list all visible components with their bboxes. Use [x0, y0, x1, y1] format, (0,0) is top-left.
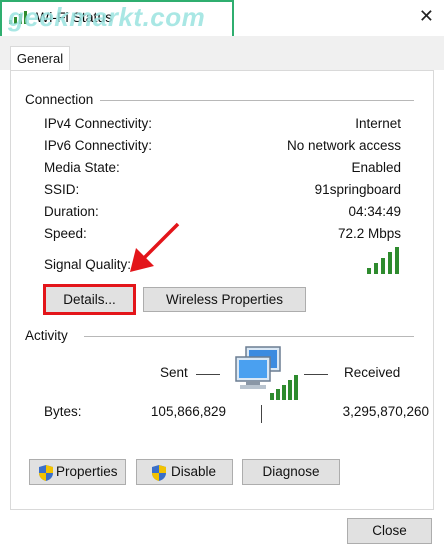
bytes-label: Bytes:: [44, 404, 82, 419]
media-state-value: Enabled: [351, 160, 401, 175]
sent-dash: [196, 374, 220, 375]
ssid-value: 91springboard: [314, 182, 401, 197]
sent-label: Sent: [160, 365, 188, 380]
signal-quality-label: Signal Quality:: [44, 257, 132, 272]
received-label: Received: [344, 365, 401, 380]
red-arrow-annotation: [130, 222, 180, 272]
close-button[interactable]: Close: [347, 518, 432, 544]
uac-shield-icon: [39, 465, 53, 481]
duration-value: 04:34:49: [348, 204, 401, 219]
signal-bars-icon: [367, 247, 399, 274]
details-button[interactable]: Details...: [43, 284, 136, 315]
duration-label: Duration:: [44, 204, 99, 219]
speed-value: 72.2 Mbps: [337, 226, 401, 241]
received-dash: [304, 374, 328, 375]
ipv4-label: IPv4 Connectivity:: [44, 116, 153, 131]
disable-label: Disable: [171, 464, 217, 479]
bytes-received-value: 3,295,870,260: [342, 404, 429, 419]
properties-button[interactable]: Properties: [29, 459, 126, 485]
activity-group-title: Activity: [25, 328, 72, 343]
bytes-sent-value: 105,866,829: [150, 404, 226, 419]
ipv6-value: No network access: [286, 138, 401, 153]
close-window-icon[interactable]: ✕: [419, 6, 434, 27]
activity-divider: [84, 336, 414, 337]
ssid-label: SSID:: [44, 182, 80, 197]
network-computers-icon: [235, 346, 298, 400]
diagnose-button[interactable]: Diagnose: [242, 459, 340, 485]
disable-button[interactable]: Disable: [136, 459, 233, 485]
connection-divider: [100, 100, 414, 101]
properties-label: Properties: [56, 464, 118, 479]
watermark-logo: geekmarkt.com: [8, 2, 206, 32]
speed-label: Speed:: [44, 226, 87, 241]
connection-group-title: Connection: [25, 92, 98, 107]
media-state-label: Media State:: [44, 160, 120, 175]
ipv6-label: IPv6 Connectivity:: [44, 138, 153, 153]
tab-general[interactable]: General: [10, 46, 70, 71]
wireless-properties-button[interactable]: Wireless Properties: [143, 287, 306, 312]
ipv4-value: Internet: [355, 116, 401, 131]
uac-shield-icon: [152, 465, 166, 481]
bytes-divider: [261, 405, 262, 423]
